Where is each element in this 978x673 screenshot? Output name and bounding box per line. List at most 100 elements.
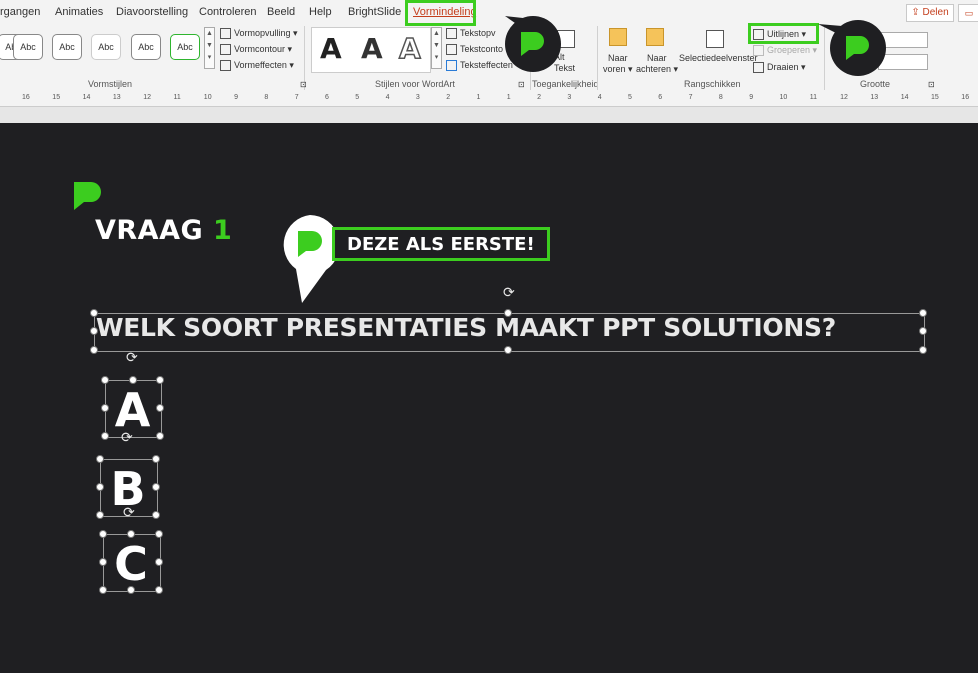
shape-style-sample[interactable]: Abc [52, 34, 82, 60]
resize-handle[interactable] [156, 432, 164, 440]
resize-handle[interactable] [96, 483, 104, 491]
ruler-tick-label: 14 [900, 94, 909, 101]
shape-style-sample[interactable]: Abc [13, 34, 43, 60]
resize-handle[interactable] [101, 404, 109, 412]
resize-handle[interactable] [919, 346, 927, 354]
resize-handle[interactable] [919, 309, 927, 317]
send-backward-label-1[interactable]: Naar [647, 53, 667, 63]
gallery-scroll[interactable]: ▲ ▼ ▾ [204, 27, 215, 69]
tab-beeld[interactable]: Beeld [267, 6, 295, 18]
tab-controleren[interactable]: Controleren [199, 6, 256, 18]
resize-handle[interactable] [156, 404, 164, 412]
shape-outline-button[interactable]: Vormcontour ▾ [220, 44, 292, 56]
text-fill-button[interactable]: Tekstopv [446, 28, 496, 40]
resize-handle[interactable] [90, 346, 98, 354]
tab-brightslide[interactable]: BrightSlide [348, 6, 401, 18]
tab-animaties[interactable]: Animaties [55, 6, 103, 18]
resize-handle[interactable] [90, 327, 98, 335]
question-number-heading[interactable]: VRAAG 1 [95, 215, 232, 246]
shape-fill-label: Vormopvulling [234, 28, 291, 38]
shape-style-sample[interactable]: Abc [170, 34, 200, 60]
resize-handle[interactable] [919, 327, 927, 335]
bring-forward-label-2[interactable]: voren ▾ [603, 64, 633, 75]
shape-style-sample[interactable]: Abc [131, 34, 161, 60]
resize-handle[interactable] [155, 558, 163, 566]
ruler-tick-label: 16 [961, 94, 970, 101]
ruler-tick-label: 4 [385, 94, 390, 101]
group-label-vormstijlen: Vormstijlen [88, 79, 133, 89]
callout-box[interactable]: DEZE ALS EERSTE! [332, 227, 550, 261]
ruler-tick-label: 4 [597, 94, 602, 101]
bring-forward-icon [609, 28, 627, 46]
resize-handle[interactable] [129, 376, 137, 384]
dialog-launcher-icon[interactable]: ⊡ [518, 80, 525, 89]
resize-handle[interactable] [101, 432, 109, 440]
resize-handle[interactable] [96, 511, 104, 519]
rotate-handle-icon[interactable]: ⟳ [123, 504, 135, 521]
wordart-sample[interactable]: A [361, 32, 383, 65]
group-button[interactable]: Groeperen ▾ [753, 45, 817, 57]
ruler-tick-label: 11 [173, 94, 181, 101]
resize-handle[interactable] [155, 530, 163, 538]
resize-handle[interactable] [99, 586, 107, 594]
text-fill-icon [446, 28, 457, 40]
shape-effects-label: Vormeffecten [234, 60, 287, 70]
text-outline-button[interactable]: Tekstconto [446, 44, 503, 56]
shape-fill-button[interactable]: Vormopvulling ▾ [220, 28, 298, 40]
dialog-launcher-icon[interactable]: ⊡ [928, 80, 935, 89]
vraag-label: VRAAG [95, 215, 204, 246]
resize-handle[interactable] [127, 586, 135, 594]
question-text[interactable]: WELK SOORT PRESENTATIES MAAKT PPT SOLUTI… [96, 313, 836, 342]
resize-handle[interactable] [504, 309, 512, 317]
resize-handle[interactable] [99, 558, 107, 566]
resize-handle[interactable] [152, 455, 160, 463]
text-outline-icon [446, 44, 457, 56]
text-effects-icon [446, 60, 457, 72]
selection-pane-icon [706, 30, 724, 48]
wordart-sample[interactable]: A [398, 31, 421, 66]
rotate-label: Draaien [767, 62, 799, 72]
wordart-sample[interactable]: A [320, 32, 342, 65]
resize-handle[interactable] [96, 455, 104, 463]
resize-handle[interactable] [156, 376, 164, 384]
comment-button[interactable]: ▭ [958, 4, 978, 22]
ruler-tick-label: 12 [143, 94, 151, 101]
resize-handle[interactable] [90, 309, 98, 317]
resize-handle[interactable] [101, 376, 109, 384]
share-button[interactable]: ⇪ Delen [906, 4, 954, 22]
resize-handle[interactable] [504, 346, 512, 354]
shape-effects-button[interactable]: Vormeffecten ▾ [220, 60, 294, 72]
resize-handle[interactable] [152, 511, 160, 519]
option-a-letter[interactable]: A [105, 380, 160, 437]
group-label-grootte: Grootte [860, 79, 891, 89]
ruler-tick-label: 15 [52, 94, 61, 101]
canvas-gap [0, 107, 978, 123]
tab-help[interactable]: Help [309, 6, 332, 18]
wordart-scroll[interactable]: ▲ ▼ ▾ [431, 27, 442, 69]
bring-forward-label-1[interactable]: Naar [608, 53, 628, 63]
option-c-letter[interactable]: C [103, 534, 159, 591]
rotate-handle-icon[interactable]: ⟳ [503, 284, 515, 301]
tab-overgangen[interactable]: rgangen [0, 6, 40, 18]
resize-handle[interactable] [127, 530, 135, 538]
ruler-tick-label: 7 [688, 94, 693, 101]
tab-diavoorstelling[interactable]: Diavoorstelling [116, 6, 188, 18]
rotate-button[interactable]: Draaien ▾ [753, 62, 806, 74]
dialog-launcher-icon[interactable]: ⊡ [300, 80, 307, 89]
shape-outline-label: Vormcontour [234, 44, 286, 54]
resize-handle[interactable] [152, 483, 160, 491]
rotate-handle-icon[interactable]: ⟳ [126, 349, 138, 366]
effects-icon [220, 60, 231, 72]
send-backward-label-2[interactable]: achteren ▾ [636, 64, 678, 75]
shape-style-sample[interactable]: Abc [91, 34, 121, 60]
resize-handle[interactable] [99, 530, 107, 538]
horizontal-ruler[interactable]: 16 15 14 13 12 11 10 9 8 7 6 5 4 3 2 1 1 2 3 4 5 6 7 8 9 10 11 12 13… [0, 92, 978, 107]
ruler-tick-label: 7 [294, 94, 299, 101]
resize-handle[interactable] [155, 586, 163, 594]
rotate-handle-icon[interactable]: ⟳ [121, 429, 133, 446]
ruler-tick-label: 8 [264, 94, 269, 101]
selection-pane-label[interactable]: Selectiedeelvenster [679, 53, 758, 63]
brand-pin-logo-icon [505, 16, 561, 72]
ruler-tick-label: 2 [537, 94, 541, 101]
ruler-tick-label: 5 [628, 94, 632, 101]
